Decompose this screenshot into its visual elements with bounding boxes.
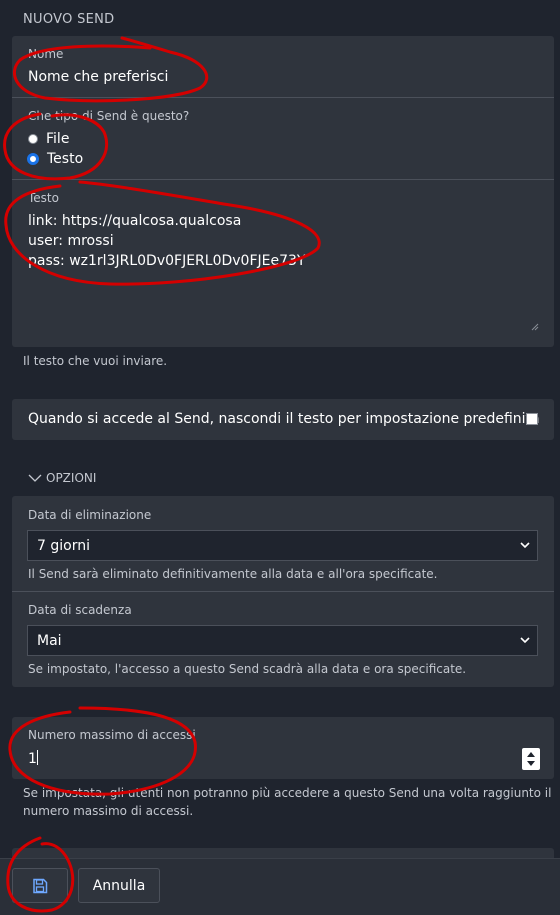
radio-label-text: Testo — [47, 151, 84, 167]
deletion-date-value: 7 giorni — [37, 537, 90, 554]
max-access-help: Se impostata, gli utenti non potranno pi… — [23, 784, 551, 820]
max-access-help-line: Se impostata, gli utenti non potranno pi… — [23, 786, 552, 800]
max-access-help-line: numero massimo di accessi. — [23, 804, 194, 818]
options-toggle[interactable]: OPZIONI — [28, 471, 96, 485]
max-access-label: Numero massimo di accessi — [28, 728, 196, 742]
radio-label-file: File — [46, 131, 70, 147]
divider — [12, 591, 554, 592]
cancel-button[interactable]: Annulla — [78, 868, 160, 903]
expiration-date-help: Se impostato, l'accesso a questo Send sc… — [28, 662, 467, 676]
radio-option-file[interactable]: File — [28, 131, 69, 147]
type-question-label: Che tipo di Send è questo? — [28, 109, 190, 123]
divider — [12, 179, 554, 180]
name-input[interactable]: Nome che preferisci — [28, 69, 528, 85]
deletion-date-label: Data di eliminazione — [28, 508, 152, 522]
text-textarea[interactable]: link: https://qualcosa.qualcosa user: mr… — [28, 211, 533, 331]
chevron-down-icon — [520, 542, 530, 549]
expiration-date-label: Data di scadenza — [28, 603, 132, 617]
text-help: Il testo che vuoi inviare. — [23, 354, 168, 368]
hide-text-checkbox[interactable] — [526, 413, 538, 425]
cancel-button-label: Annulla — [92, 877, 146, 894]
name-label: Nome — [28, 47, 64, 61]
options-toggle-label: OPZIONI — [46, 471, 97, 485]
number-stepper[interactable] — [522, 748, 540, 770]
page-title: NUOVO SEND — [23, 12, 115, 27]
max-access-value: 1 — [28, 751, 37, 767]
stepper-arrows-icon — [527, 752, 535, 766]
chevron-down-icon — [28, 474, 42, 482]
max-access-input[interactable]: 1 — [28, 750, 508, 767]
save-button[interactable] — [12, 868, 68, 903]
textarea-line: link: https://qualcosa.qualcosa — [28, 213, 242, 229]
divider — [12, 97, 554, 98]
radio-option-text[interactable]: Testo — [27, 151, 83, 167]
textarea-line: user: mrossi — [28, 233, 114, 249]
floppy-disk-icon — [33, 878, 48, 893]
hide-text-label: Quando si accede al Send, nascondi il te… — [28, 411, 540, 427]
max-access-card — [12, 717, 554, 779]
text-label: Testo — [28, 191, 59, 205]
radio-button-text[interactable] — [27, 153, 39, 165]
expiration-date-select[interactable]: Mai — [27, 625, 538, 656]
deletion-date-select[interactable]: 7 giorni — [27, 530, 538, 561]
text-cursor — [36, 750, 38, 765]
expiration-date-value: Mai — [37, 632, 62, 649]
resize-handle-icon[interactable] — [531, 323, 539, 331]
radio-button-file[interactable] — [28, 134, 38, 144]
chevron-down-icon — [520, 637, 530, 644]
textarea-line: pass: wz1rl3JRL0Dv0FJERL0Dv0FJEe73Y — [28, 253, 306, 269]
deletion-date-help: Il Send sarà eliminato definitivamente a… — [28, 567, 438, 581]
